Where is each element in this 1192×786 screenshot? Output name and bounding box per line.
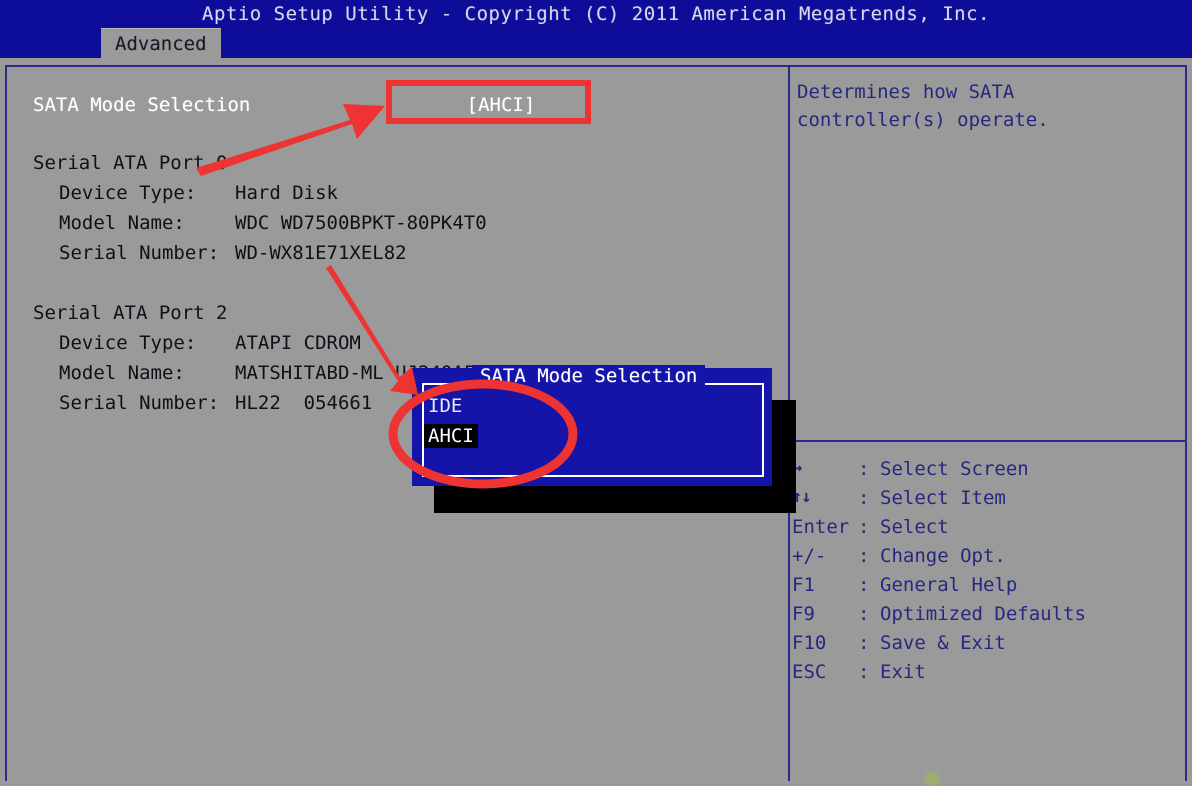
legend-row-optimized-defaults: F9 : Optimized Defaults <box>792 603 1184 632</box>
plus-minus-key-icon: +/- <box>792 545 827 567</box>
legend-row-save-exit: F10 : Save & Exit <box>792 632 1184 661</box>
f10-key-icon: F10 <box>792 632 827 654</box>
port-2-field-label-model-name: Model Name: <box>59 362 185 384</box>
screen-artifact-dot <box>925 772 939 786</box>
popup-title: SATA Mode Selection <box>472 365 706 387</box>
legend-action-select-item: Select Item <box>880 487 1006 509</box>
port-heading-0: Serial ATA Port 0 <box>33 152 228 174</box>
legend-colon-1: : <box>858 487 870 509</box>
bios-setup-screen: Aptio Setup Utility - Copyright (C) 2011… <box>0 0 1192 786</box>
help-text-line-1: Determines how SATA <box>797 81 1015 103</box>
legend-row-select-item: ↑↓ : Select Item <box>792 487 1184 516</box>
key-legend: ↔ : Select Screen ↑↓ : Select Item Enter… <box>792 458 1184 690</box>
legend-row-enter-select: Enter : Select <box>792 516 1184 545</box>
popup-option-ide[interactable]: IDE <box>424 394 466 418</box>
port-0-field-value-model-name: WDC WD7500BPKT-80PK4T0 <box>235 212 487 234</box>
port-2-field-value-serial-number: HL22 054661 <box>235 392 373 414</box>
legend-row-general-help: F1 : General Help <box>792 574 1184 603</box>
port-2-field-value-device-type: ATAPI CDROM <box>235 332 361 354</box>
legend-action-exit: Exit <box>880 661 926 683</box>
legend-action-select: Select <box>880 516 949 538</box>
help-text-line-2: controller(s) operate. <box>797 109 1049 131</box>
port-0-field-label-serial-number: Serial Number: <box>59 242 220 264</box>
esc-key-icon: ESC <box>792 661 827 683</box>
legend-colon-3: : <box>858 545 870 567</box>
value-highlight-rectangle <box>386 80 591 124</box>
titlebar: Aptio Setup Utility - Copyright (C) 2011… <box>0 0 1192 28</box>
port-heading-2: Serial ATA Port 2 <box>33 302 228 324</box>
port-2-field-label-device-type: Device Type: <box>59 332 197 354</box>
setting-label-sata-mode-selection[interactable]: SATA Mode Selection <box>33 91 250 119</box>
frame-right-border <box>1185 65 1187 781</box>
legend-colon-5: : <box>858 603 870 625</box>
port-0-field-value-device-type: Hard Disk <box>235 182 338 204</box>
f1-key-icon: F1 <box>792 574 815 596</box>
port-0-field-label-model-name: Model Name: <box>59 212 185 234</box>
legend-colon-0: : <box>858 458 870 480</box>
legend-action-optimized-defaults: Optimized Defaults <box>880 603 1086 625</box>
port-0-field-value-serial-number: WD-WX81E71XEL82 <box>235 242 407 264</box>
tab-advanced-label: Advanced <box>115 33 207 55</box>
legend-colon-2: : <box>858 516 870 538</box>
sata-mode-selection-popup[interactable]: SATA Mode Selection IDE AHCI <box>412 365 772 486</box>
legend-row-select-screen: ↔ : Select Screen <box>792 458 1184 487</box>
up-down-arrow-icon: ↑↓ <box>792 487 811 507</box>
legend-colon-6: : <box>858 632 870 654</box>
help-legend-divider <box>790 440 1185 442</box>
f9-key-icon: F9 <box>792 603 815 625</box>
legend-action-save-exit: Save & Exit <box>880 632 1006 654</box>
popup-option-ahci[interactable]: AHCI <box>424 424 478 448</box>
legend-row-exit: ESC : Exit <box>792 661 1184 690</box>
tab-strip: Advanced <box>0 28 1192 59</box>
legend-action-select-screen: Select Screen <box>880 458 1029 480</box>
enter-key-icon: Enter <box>792 516 850 538</box>
legend-action-general-help: General Help <box>880 574 1018 596</box>
legend-colon-4: : <box>858 574 870 596</box>
legend-action-change-opt: Change Opt. <box>880 545 1006 567</box>
port-0-field-label-device-type: Device Type: <box>59 182 197 204</box>
titlebar-text: Aptio Setup Utility - Copyright (C) 2011… <box>202 3 990 25</box>
help-panel: Determines how SATA controller(s) operat… <box>792 78 1184 134</box>
port-2-field-label-serial-number: Serial Number: <box>59 392 220 414</box>
left-right-arrow-icon: ↔ <box>792 458 802 478</box>
legend-row-change-opt: +/- : Change Opt. <box>792 545 1184 574</box>
tab-advanced[interactable]: Advanced <box>101 28 221 59</box>
legend-colon-7: : <box>858 661 870 683</box>
